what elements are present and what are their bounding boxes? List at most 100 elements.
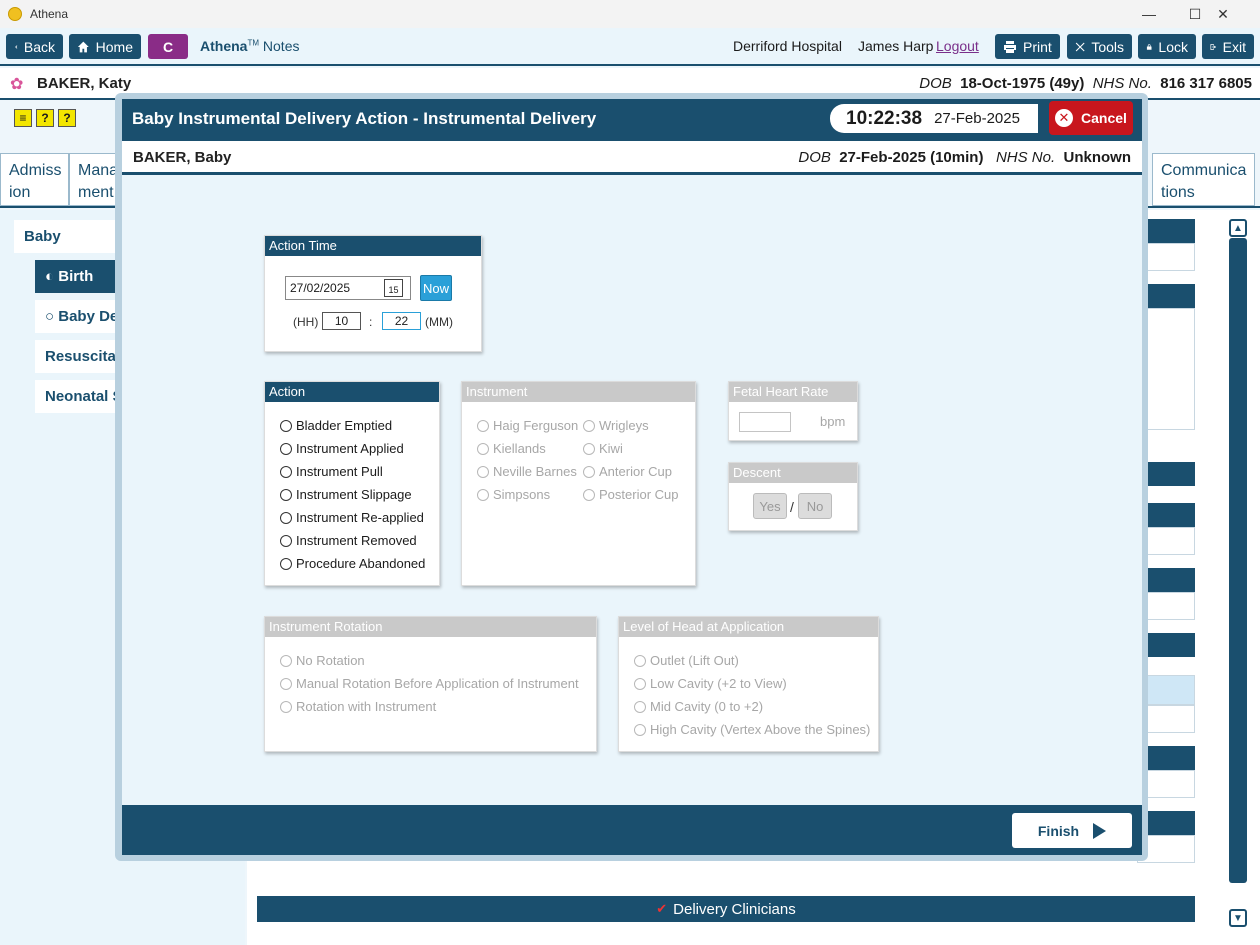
radio-button[interactable] xyxy=(280,488,292,501)
fetal-heart-rate-input[interactable] xyxy=(739,412,791,432)
instrument-option[interactable]: Haig Ferguson xyxy=(477,418,578,433)
instrument-option[interactable]: Anterior Cup xyxy=(583,464,672,479)
radio-button[interactable] xyxy=(280,511,292,524)
rotation-option[interactable]: Rotation with Instrument xyxy=(280,699,436,714)
descent-yes-button[interactable]: Yes xyxy=(753,493,787,519)
baby-banner: BAKER, Baby DOB 27-Feb-2025 (10min) NHS … xyxy=(122,141,1142,175)
athena-logo-icon xyxy=(8,7,22,21)
radio-button[interactable] xyxy=(634,700,646,713)
nav-baby-details[interactable]: ○ Baby Det xyxy=(35,300,124,333)
nav-resuscitation[interactable]: Resuscitati xyxy=(35,340,124,373)
level-of-head-option[interactable]: Low Cavity (+2 to View) xyxy=(634,676,787,691)
instrument-option[interactable]: Kiellands xyxy=(477,441,546,456)
exit-button[interactable]: Exit xyxy=(1202,34,1254,59)
action-option[interactable]: Instrument Applied xyxy=(280,441,404,456)
level-of-head-option-label: Outlet (Lift Out) xyxy=(650,653,739,668)
radio-button[interactable] xyxy=(280,677,292,690)
radio-button[interactable] xyxy=(634,677,646,690)
instrument-option-label: Simpsons xyxy=(493,487,551,502)
instrument-option[interactable]: Posterior Cup xyxy=(583,487,678,502)
radio-button[interactable] xyxy=(583,419,595,432)
calendar-icon[interactable]: 15 xyxy=(384,279,403,297)
hour-field[interactable]: 10 xyxy=(322,312,361,330)
tools-label: Tools xyxy=(1091,38,1124,55)
tab-admission[interactable]: Admiss ion xyxy=(0,153,69,206)
logout-link[interactable]: Logout xyxy=(936,38,979,54)
lock-label: Lock xyxy=(1158,38,1188,55)
radio-button[interactable] xyxy=(280,419,292,432)
level-of-head-option[interactable]: Mid Cavity (0 to +2) xyxy=(634,699,763,714)
back-button[interactable]: Back xyxy=(6,34,63,59)
radio-button[interactable] xyxy=(280,654,292,667)
action-option[interactable]: Instrument Pull xyxy=(280,464,383,479)
window-titlebar: Athena — ☐ ✕ xyxy=(0,0,1260,28)
radio-button[interactable] xyxy=(280,465,292,478)
check-icon: ✔ xyxy=(656,901,668,916)
close-window-button[interactable]: ✕ xyxy=(1200,0,1246,28)
descent-no-button[interactable]: No xyxy=(798,493,832,519)
patient-name: BAKER, Katy xyxy=(37,75,132,92)
instrument-option[interactable]: Neville Barnes xyxy=(477,464,577,479)
radio-button[interactable] xyxy=(583,465,595,478)
tab-communications[interactable]: Communica tions xyxy=(1152,153,1255,206)
instrument-option-label: Posterior Cup xyxy=(599,487,679,502)
notes-alert-icon[interactable]: ≡ xyxy=(14,109,32,127)
empty-circle-icon: ○ xyxy=(45,308,55,325)
minimize-button[interactable]: — xyxy=(1126,0,1172,28)
radio-button[interactable] xyxy=(280,557,292,570)
scroll-down-button[interactable]: ▼ xyxy=(1229,909,1247,927)
nav-birth[interactable]: ◐ Birth xyxy=(35,260,124,293)
action-option[interactable]: Bladder Emptied xyxy=(280,418,392,433)
radio-button[interactable] xyxy=(477,442,489,455)
action-option[interactable]: Procedure Abandoned xyxy=(280,556,425,571)
level-of-head-option[interactable]: Outlet (Lift Out) xyxy=(634,653,739,668)
baby-dob: 27-Feb-2025 (10min) xyxy=(839,149,984,166)
c-button[interactable]: C xyxy=(148,34,188,59)
lock-button[interactable]: Lock xyxy=(1138,34,1196,59)
now-button[interactable]: Now xyxy=(420,275,452,301)
cancel-label: Cancel xyxy=(1081,110,1127,126)
level-of-head-option[interactable]: High Cavity (Vertex Above the Spines) xyxy=(634,722,870,737)
radio-button[interactable] xyxy=(634,723,646,736)
nav-neonatal[interactable]: Neonatal S xyxy=(35,380,124,413)
radio-button[interactable] xyxy=(477,488,489,501)
instrument-panel: Instrument Haig Ferguson Kiellands Neville… xyxy=(461,381,696,586)
action-option[interactable]: Instrument Removed xyxy=(280,533,417,548)
radio-button[interactable] xyxy=(280,700,292,713)
help-icon[interactable]: ? xyxy=(58,109,76,127)
tools-button[interactable]: Tools xyxy=(1067,34,1132,59)
radio-button[interactable] xyxy=(477,465,489,478)
baby-nhs: Unknown xyxy=(1063,149,1132,166)
fetal-heart-rate-panel: Fetal Heart Rate bpm xyxy=(728,381,858,441)
radio-button[interactable] xyxy=(583,442,595,455)
scroll-up-button[interactable]: ▲ xyxy=(1229,219,1247,237)
radio-button[interactable] xyxy=(583,488,595,501)
instrument-option[interactable]: Simpsons xyxy=(477,487,550,502)
finish-button[interactable]: Finish xyxy=(1012,813,1132,848)
delivery-clinicians-header[interactable]: ✔ Delivery Clinicians xyxy=(257,896,1195,922)
help-icon[interactable]: ? xyxy=(36,109,54,127)
minute-field[interactable]: 22 xyxy=(382,312,421,330)
instrument-rotation-panel: Instrument Rotation No Rotation Manual Ro… xyxy=(264,616,597,752)
chevron-left-icon xyxy=(15,44,18,49)
radio-button[interactable] xyxy=(634,654,646,667)
home-button[interactable]: Home xyxy=(69,34,141,59)
radio-button[interactable] xyxy=(280,442,292,455)
brand-name: Athena xyxy=(200,38,248,54)
finish-label: Finish xyxy=(1037,822,1080,839)
back-label: Back xyxy=(23,38,55,55)
cancel-button[interactable]: ✕ Cancel xyxy=(1049,101,1133,135)
scrollbar-thumb[interactable] xyxy=(1229,238,1247,883)
action-panel: Action Bladder Emptied Instrument Applied… xyxy=(264,381,440,586)
instrument-option[interactable]: Kiwi xyxy=(583,441,623,456)
radio-button[interactable] xyxy=(477,419,489,432)
rotation-option[interactable]: No Rotation xyxy=(280,653,365,668)
action-option[interactable]: Instrument Re-applied xyxy=(280,510,424,525)
dob-label: DOB xyxy=(919,75,952,92)
print-button[interactable]: Print xyxy=(995,34,1060,59)
rotation-option[interactable]: Manual Rotation Before Application of In… xyxy=(280,676,579,691)
instrument-option[interactable]: Wrigleys xyxy=(583,418,649,433)
action-option[interactable]: Instrument Slippage xyxy=(280,487,412,502)
nav-baby[interactable]: Baby xyxy=(14,220,124,253)
radio-button[interactable] xyxy=(280,534,292,547)
